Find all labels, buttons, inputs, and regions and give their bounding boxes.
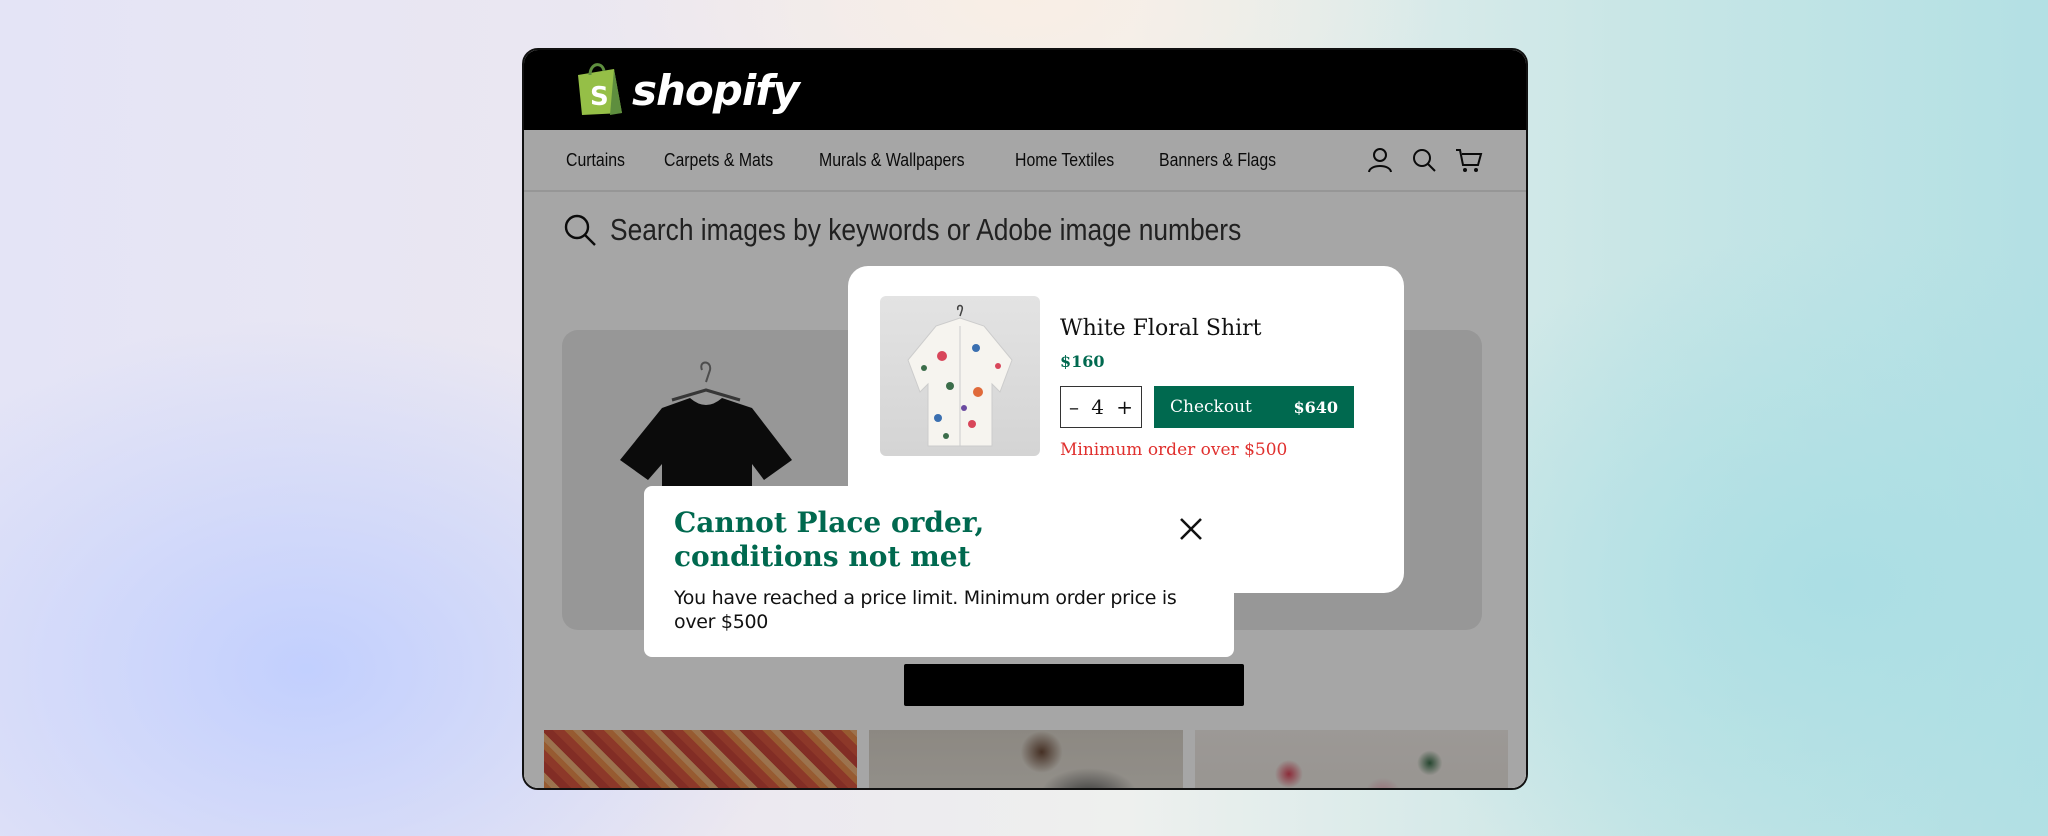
product-thumbnail — [880, 296, 1040, 456]
toast-message: You have reached a price limit. Minimum … — [674, 587, 1177, 633]
checkout-button[interactable]: Checkout $640 — [1154, 386, 1354, 428]
checkout-total: $640 — [1293, 397, 1338, 417]
shopify-logo[interactable]: S shopify — [574, 59, 800, 122]
quantity-value[interactable]: 4 — [1091, 395, 1104, 419]
close-icon[interactable] — [1178, 516, 1204, 547]
quantity-stepper: – 4 + — [1060, 386, 1142, 428]
increment-button[interactable]: + — [1116, 397, 1133, 417]
minimum-order-warning: Minimum order over $500 — [1060, 440, 1288, 460]
product-price: $160 — [1060, 352, 1105, 371]
error-toast: Cannot Place order, conditions not met Y… — [644, 486, 1234, 657]
logo-wordmark: shopify — [632, 65, 800, 115]
toast-title: Cannot Place order, conditions not met — [674, 506, 985, 573]
checkout-label: Checkout — [1170, 397, 1252, 417]
product-name: White Floral Shirt — [1060, 316, 1262, 341]
shopping-bag-icon: S — [574, 59, 626, 122]
decrement-button[interactable]: – — [1069, 397, 1079, 417]
svg-text:S: S — [590, 82, 609, 112]
top-bar: S shopify — [524, 50, 1526, 130]
